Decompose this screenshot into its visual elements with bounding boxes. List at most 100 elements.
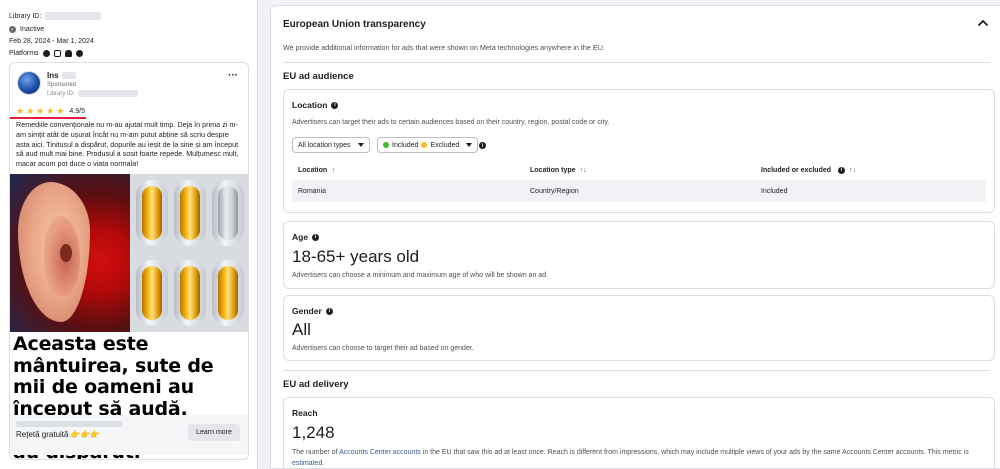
estimated-link[interactable]: estimated.	[292, 460, 324, 467]
reach-desc-part1: The number of	[292, 449, 338, 456]
audience-network-icon	[64, 50, 72, 57]
sort-icon[interactable]: ↑↓	[849, 167, 856, 174]
reach-card: Reach 1,248 The number of Accounts Cente…	[283, 397, 995, 468]
eu-delivery-title: EU ad delivery	[283, 379, 349, 390]
cell-location: Romania	[298, 187, 327, 195]
cell-location-type: Country/Region	[530, 187, 579, 195]
table-row: Romania Country/Region Included	[292, 180, 986, 202]
rating-value: 4.9/5	[69, 108, 85, 115]
col-location-type[interactable]: Location type ↑↓	[530, 162, 587, 178]
star-icon: ★	[46, 106, 55, 116]
excluded-icon	[421, 142, 428, 148]
col-location[interactable]: Location ↑	[298, 162, 335, 178]
ad-library-id: Library ID:	[47, 90, 138, 97]
redacted-url	[16, 421, 122, 427]
page-name[interactable]: Ins	[47, 71, 76, 80]
ad-header: Ins Sponsored Library ID: ···	[10, 63, 248, 103]
library-id-label: Library ID:	[9, 12, 42, 20]
ear-shape	[18, 182, 90, 322]
messenger-icon	[75, 50, 83, 57]
star-icon: ★	[26, 106, 35, 116]
info-icon[interactable]: i	[325, 307, 333, 315]
reach-title: Reach	[292, 408, 318, 418]
reach-value: 1,248	[292, 423, 335, 442]
location-description: Advertisers can target their ads to cert…	[292, 119, 610, 126]
capsule	[180, 186, 200, 240]
included-label: Included	[392, 141, 419, 149]
cta-title-text: Rețetă gratuită	[16, 430, 69, 439]
facebook-icon	[42, 50, 50, 57]
reach-description: The number of Accounts Center accounts i…	[292, 447, 992, 468]
info-icon[interactable]: i	[331, 101, 339, 109]
age-title: Age i	[292, 232, 320, 242]
location-type-label: All location types	[298, 141, 351, 149]
ear-canal	[60, 244, 72, 262]
avatar[interactable]	[17, 71, 41, 95]
date-range-text: Feb 28, 2024 - Mar 1, 2024	[9, 38, 94, 45]
age-value: 18-65+ years old	[292, 247, 420, 266]
chevron-down-icon	[357, 143, 364, 147]
capsule	[180, 266, 200, 320]
gender-title-text: Gender	[292, 306, 322, 316]
panel-description: We provide additional information for ad…	[283, 43, 605, 52]
chevron-up-icon[interactable]	[976, 16, 990, 30]
blister	[174, 180, 206, 246]
redacted-page-name	[61, 72, 76, 79]
blister	[174, 260, 206, 326]
gender-card: Gender i All Advertisers can choose to t…	[283, 295, 995, 361]
panel-title: European Union transparency	[283, 19, 426, 30]
capsule	[142, 266, 162, 320]
sort-ascending-icon[interactable]: ↑	[331, 166, 335, 175]
learn-more-button[interactable]: Learn more	[188, 424, 240, 441]
cell-included: Included	[761, 187, 788, 195]
info-icon[interactable]: i	[838, 166, 846, 174]
age-description: Advertisers can choose a minimum and max…	[292, 272, 549, 279]
divider	[283, 62, 990, 63]
capsule	[142, 186, 162, 240]
pointing-hand-icon: 👉👉👉	[70, 430, 101, 439]
gender-description: Advertisers can choose to target their a…	[292, 345, 474, 352]
blister	[136, 180, 168, 246]
ad-library-card: Library ID: ✓ Inactive Feb 28, 2024 - Ma…	[0, 0, 258, 469]
page-name-text[interactable]: Ins	[47, 71, 59, 80]
star-rating: ★ ★ ★ ★ ★ 4.9/5	[16, 107, 85, 116]
pills-image	[130, 174, 248, 332]
location-card: Location i Advertisers can target their …	[283, 89, 995, 213]
more-options-icon[interactable]: ···	[228, 71, 238, 81]
excluded-label: Excluded	[430, 141, 460, 149]
chevron-down-icon	[466, 143, 473, 147]
status-line: ✓ Inactive	[9, 26, 44, 33]
info-icon[interactable]: i	[479, 142, 486, 149]
accounts-center-link[interactable]: Accounts Center accounts	[339, 449, 421, 456]
cta-title: Rețetă gratuită 👉👉👉	[16, 430, 100, 439]
capsule	[218, 266, 238, 320]
location-type-dropdown[interactable]: All location types	[292, 137, 370, 153]
blister	[212, 260, 244, 326]
star-icon: ★	[16, 106, 25, 116]
red-underline	[10, 117, 86, 119]
platforms-line: Platforms	[9, 50, 83, 57]
gender-title: Gender i	[292, 306, 333, 316]
ad-image[interactable]	[10, 174, 248, 332]
eu-transparency-panel: European Union transparency We provide a…	[270, 5, 1000, 469]
library-id-line: Library ID:	[9, 12, 102, 20]
inactive-icon: ✓	[9, 26, 16, 33]
info-icon[interactable]: i	[312, 233, 320, 241]
redacted-ad-id	[77, 90, 138, 97]
sponsored-label: Sponsored	[47, 82, 77, 88]
col-included[interactable]: Included or excluded i ↑↓	[761, 162, 856, 178]
cta-row[interactable]: Rețetă gratuită 👉👉👉 Learn more	[10, 415, 248, 455]
reach-title-text: Reach	[292, 408, 318, 418]
col-included-label: Included or excluded	[761, 166, 832, 174]
sort-icon[interactable]: ↑↓	[580, 167, 587, 174]
ad-library-id-label: Library ID:	[47, 90, 75, 97]
date-range: Feb 28, 2024 - Mar 1, 2024	[9, 38, 94, 45]
blister	[136, 260, 168, 326]
ad-preview: Ins Sponsored Library ID: ··· ★ ★ ★ ★ ★ …	[9, 62, 249, 460]
ad-body-text: Remediile convenționale nu m-au ajutat m…	[16, 120, 239, 169]
inclusion-dropdown[interactable]: Included Excluded	[377, 137, 479, 153]
instagram-icon	[53, 50, 61, 57]
redacted-id	[45, 12, 102, 20]
age-card: Age i 18-65+ years old Advertisers can c…	[283, 221, 995, 289]
platforms-label: Platforms	[9, 50, 39, 57]
